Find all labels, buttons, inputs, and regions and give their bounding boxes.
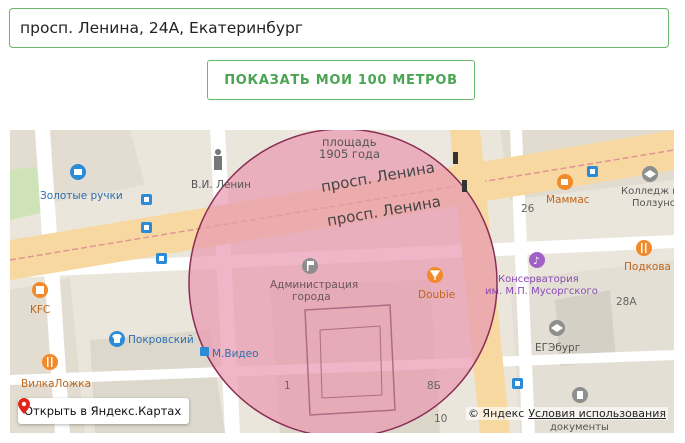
map-copyright: © Яндекс Условия использования xyxy=(465,407,668,420)
poi-label-vilkalozhka: ВилкаЛожка xyxy=(21,378,91,390)
house-number: 8Б xyxy=(427,380,441,392)
svg-text:♪: ♪ xyxy=(533,256,539,267)
poi-label-administration-1: Администрация xyxy=(270,279,358,291)
poi-label-documents: документы xyxy=(550,422,609,433)
poi-label-college-2: Ползунова xyxy=(632,198,674,209)
traffic-light-icon xyxy=(462,180,467,192)
address-input[interactable] xyxy=(9,8,669,48)
poi-label-doubie: Doubie xyxy=(418,289,455,301)
square-label-2: 1905 года xyxy=(319,147,380,161)
education-icon xyxy=(642,166,658,182)
poi-label-mvideo: М.Видео xyxy=(212,348,259,360)
shop-icon xyxy=(70,164,86,180)
fastfood-icon xyxy=(32,282,48,298)
open-in-yandex-maps-button[interactable]: Открыть в Яндекс.Картах xyxy=(18,398,190,424)
restaurant-icon xyxy=(636,240,652,256)
house-number: 10 xyxy=(434,413,447,425)
poi-label-mammas: Маммас xyxy=(546,194,590,206)
bus-stop-icon xyxy=(512,378,523,389)
clothing-icon xyxy=(109,331,125,347)
bus-stop-icon xyxy=(587,166,598,177)
cafe-icon xyxy=(557,174,573,190)
house-number: 1 xyxy=(284,380,291,392)
restaurant-icon xyxy=(42,354,58,370)
traffic-light-icon xyxy=(453,152,458,164)
terms-of-use-link[interactable]: Условия использования xyxy=(528,407,666,420)
map-pin-icon xyxy=(18,398,30,414)
poi-label-lenin: В.И. Ленин xyxy=(191,179,251,191)
restaurant-icon xyxy=(427,267,443,283)
copyright-text: © Яндекс xyxy=(467,407,525,420)
house-number: 26 xyxy=(521,203,535,215)
poi-label-podkova: Подкова xyxy=(624,261,671,273)
monument-icon xyxy=(214,149,222,170)
shopping-bag-icon xyxy=(200,347,209,356)
bus-stop-icon xyxy=(156,253,167,264)
music-icon: ♪ xyxy=(529,252,545,268)
poi-label-administration-2: города xyxy=(292,291,331,303)
map-view[interactable]: площадь 1905 года просп. Ленина просп. Л… xyxy=(10,130,674,433)
bus-stop-icon xyxy=(141,194,152,205)
house-number: 28А xyxy=(616,296,637,308)
poi-label-kfc: KFC xyxy=(30,304,50,316)
poi-label-golden-hands: Золотые ручки xyxy=(40,190,123,202)
education-icon xyxy=(549,320,565,336)
poi-label-egeburg: ЕГЭбург xyxy=(535,342,580,354)
document-icon xyxy=(572,387,588,403)
poi-label-conservatory-2: им. М.П. Мусоргского xyxy=(485,286,598,297)
open-in-yandex-maps-label: Открыть в Яндекс.Картах xyxy=(24,404,182,418)
poi-label-conservatory-1: Консерватория xyxy=(498,274,579,285)
poi-label-college-1: Колледж им xyxy=(621,186,674,197)
poi-label-pokrovsky: Покровский xyxy=(128,334,194,346)
bus-stop-icon xyxy=(141,222,152,233)
map-canvas[interactable]: площадь 1905 года просп. Ленина просп. Л… xyxy=(10,130,674,433)
show-my-100-meters-button[interactable]: ПОКАЗАТЬ МОИ 100 МЕТРОВ xyxy=(207,60,475,100)
flag-icon xyxy=(302,258,318,274)
